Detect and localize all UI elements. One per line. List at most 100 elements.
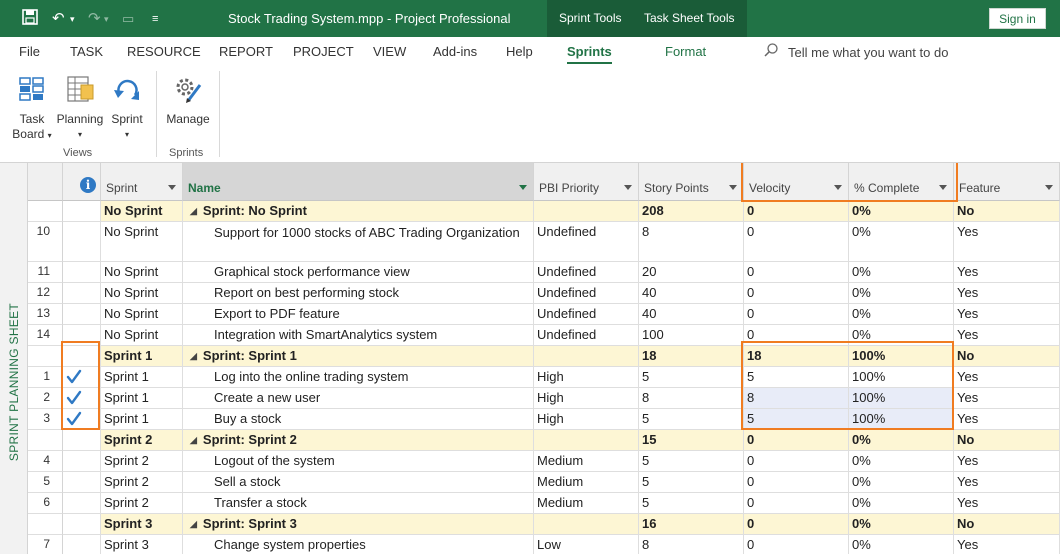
sprint-cell[interactable]: No Sprint [101,304,183,325]
sprint-cell[interactable]: Sprint 2 [101,451,183,472]
planning-button[interactable]: Planning ▾ [56,73,104,142]
sprint-cell[interactable]: No Sprint [101,283,183,304]
points-cell[interactable]: 100 [639,325,744,346]
column-header-pct-complete[interactable]: % Complete [849,163,954,201]
collapse-triangle-icon[interactable]: ◢ [190,519,197,530]
pct-cell[interactable]: 0% [849,201,954,222]
name-cell[interactable]: Log into the online trading system [183,367,534,388]
customize-toolbar-icon[interactable]: ≡ [152,9,158,29]
points-cell[interactable]: 8 [639,222,744,262]
table-row[interactable]: 12 No Sprint Report on best performing sto… [28,283,1060,304]
name-cell[interactable]: ◢ Sprint: Sprint 3 [183,514,534,535]
tab-sprint-tools[interactable]: Sprint Tools [547,0,634,37]
feature-cell[interactable]: Yes [954,451,1060,472]
row-id-cell[interactable] [28,346,63,367]
sprint-button[interactable]: Sprint ▾ [107,73,147,142]
column-header-story-points[interactable]: Story Points [639,163,744,201]
name-cell[interactable]: Export to PDF feature [183,304,534,325]
table-row[interactable]: 2 Sprint 1 Create a new user High 8 8 100% Yes [28,388,1060,409]
pct-cell[interactable]: 100% [849,367,954,388]
feature-cell[interactable]: Yes [954,262,1060,283]
manage-button[interactable]: Manage [163,73,213,127]
tab-project[interactable]: PROJECT [293,44,354,59]
priority-cell[interactable] [534,514,639,535]
priority-cell[interactable] [534,430,639,451]
chevron-down-icon[interactable] [168,185,176,190]
velocity-cell[interactable]: 5 [744,367,849,388]
name-cell[interactable]: ◢ Sprint: Sprint 1 [183,346,534,367]
feature-cell[interactable]: No [954,201,1060,222]
row-id-cell[interactable]: 1 [28,367,63,388]
row-id-cell[interactable]: 7 [28,535,63,554]
name-cell[interactable]: Support for 1000 stocks of ABC Trading O… [183,222,534,262]
priority-cell[interactable]: Undefined [534,262,639,283]
points-cell[interactable]: 40 [639,283,744,304]
chevron-down-icon[interactable] [1045,185,1053,190]
chevron-down-icon[interactable] [834,185,842,190]
sprint-cell[interactable]: Sprint 1 [101,409,183,430]
pct-cell[interactable]: 0% [849,283,954,304]
velocity-cell[interactable]: 0 [744,283,849,304]
points-cell[interactable]: 8 [639,535,744,554]
feature-cell[interactable]: No [954,346,1060,367]
points-cell[interactable]: 15 [639,430,744,451]
feature-cell[interactable]: Yes [954,325,1060,346]
table-row[interactable]: 13 No Sprint Export to PDF feature Undefine… [28,304,1060,325]
pct-cell[interactable]: 100% [849,409,954,430]
column-header-feature[interactable]: Feature [954,163,1060,201]
tab-help[interactable]: Help [506,44,533,59]
name-cell[interactable]: Create a new user [183,388,534,409]
priority-cell[interactable]: Medium [534,472,639,493]
velocity-cell[interactable]: 0 [744,493,849,514]
feature-cell[interactable]: Yes [954,388,1060,409]
indicator-cell[interactable] [63,430,101,451]
feature-cell[interactable]: Yes [954,409,1060,430]
velocity-cell[interactable]: 0 [744,201,849,222]
pct-cell[interactable]: 0% [849,304,954,325]
velocity-cell[interactable]: 0 [744,514,849,535]
priority-cell[interactable]: Medium [534,493,639,514]
indicator-cell[interactable] [63,304,101,325]
points-cell[interactable]: 40 [639,304,744,325]
velocity-cell[interactable]: 0 [744,304,849,325]
sprint-cell[interactable]: Sprint 2 [101,472,183,493]
name-cell[interactable]: Sell a stock [183,472,534,493]
feature-cell[interactable]: Yes [954,367,1060,388]
row-id-cell[interactable] [28,201,63,222]
pct-cell[interactable]: 0% [849,325,954,346]
feature-cell[interactable]: Yes [954,535,1060,554]
column-header-name[interactable]: Name [183,163,534,201]
indicator-cell[interactable] [63,514,101,535]
tab-sprints[interactable]: Sprints [567,44,612,64]
points-cell[interactable]: 5 [639,367,744,388]
points-cell[interactable]: 208 [639,201,744,222]
tab-resource[interactable]: RESOURCE [127,44,201,59]
priority-cell[interactable]: Undefined [534,325,639,346]
feature-cell[interactable]: Yes [954,283,1060,304]
table-row[interactable]: 14 No Sprint Integration with SmartAnalyti… [28,325,1060,346]
pct-cell[interactable]: 0% [849,535,954,554]
sprint-cell[interactable]: Sprint 1 [101,367,183,388]
priority-cell[interactable]: Low [534,535,639,554]
indicator-cell[interactable] [63,409,101,430]
points-cell[interactable]: 5 [639,472,744,493]
pct-cell[interactable]: 0% [849,493,954,514]
velocity-cell[interactable]: 0 [744,535,849,554]
velocity-cell[interactable]: 0 [744,262,849,283]
table-row[interactable]: 11 No Sprint Graphical stock performance v… [28,262,1060,283]
row-id-cell[interactable]: 2 [28,388,63,409]
priority-cell[interactable] [534,201,639,222]
indicator-cell[interactable] [63,367,101,388]
tab-format[interactable]: Format [665,44,706,59]
pct-cell[interactable]: 0% [849,472,954,493]
points-cell[interactable]: 18 [639,346,744,367]
velocity-cell[interactable]: 0 [744,472,849,493]
collapse-triangle-icon[interactable]: ◢ [190,206,197,217]
name-cell[interactable]: Transfer a stock [183,493,534,514]
priority-cell[interactable]: Undefined [534,283,639,304]
priority-cell[interactable] [534,346,639,367]
sprint-summary-row[interactable]: Sprint 1 ◢ Sprint: Sprint 1 18 18 100% No [28,346,1060,367]
column-header-pbi-priority[interactable]: PBI Priority [534,163,639,201]
indicator-cell[interactable] [63,262,101,283]
priority-cell[interactable]: Medium [534,451,639,472]
